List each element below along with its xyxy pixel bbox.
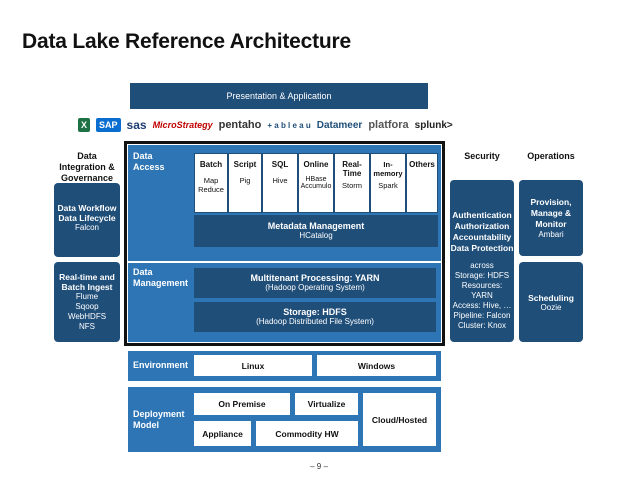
tableau-logo: + a b l e a u: [267, 120, 311, 130]
ingest-title: Real-time and Batch Ingest: [59, 272, 115, 292]
cloud-hosted-box: Cloud/Hosted: [363, 393, 436, 446]
ingest-box: Real-time and Batch Ingest Flume Sqoop W…: [54, 262, 120, 342]
data-management-label: Data Management: [133, 267, 189, 288]
scheduling-box: Scheduling Oozie: [519, 262, 583, 342]
provision-title: Provision, Manage & Monitor: [530, 197, 572, 229]
integration-governance-header: Data Integration & Governance: [59, 151, 115, 183]
security-across: across: [470, 261, 494, 270]
security-box: Authentication Authorization Accountabil…: [450, 180, 514, 342]
access-column-sub: Spark: [378, 181, 398, 190]
data-workflow-title: Data Workflow Data Lifecycle: [57, 203, 117, 223]
microstrategy-logo: MicroStrategy: [152, 120, 213, 130]
access-column-others: Others: [406, 153, 438, 213]
scheduling-title: Scheduling: [528, 293, 574, 303]
ingest-item: NFS: [79, 322, 95, 331]
hdfs-sub: (Hadoop Distributed File System): [256, 317, 374, 326]
security-item: Pipeline: Falcon: [453, 311, 511, 320]
access-column-title: Script: [233, 160, 257, 169]
excel-logo-icon: X: [78, 118, 91, 132]
ingest-item: Flume: [75, 292, 99, 301]
yarn-sub: (Hadoop Operating System): [265, 283, 365, 292]
metadata-title: Metadata Management: [267, 221, 365, 231]
provision-box: Provision, Manage & Monitor Ambari: [519, 180, 583, 256]
access-column-script: Script Pig: [228, 153, 262, 213]
appliance-box: Appliance: [194, 421, 251, 446]
security-header: Security: [464, 151, 500, 161]
splunk-logo: splunk>: [414, 119, 453, 131]
access-column-sql: SQL Hive: [262, 153, 298, 213]
access-column-title: Online: [303, 160, 329, 169]
sas-logo: sas: [126, 118, 147, 132]
access-column-title: Others: [409, 160, 435, 169]
security-item: Resources: YARN: [461, 281, 503, 300]
access-column-title: Batch: [199, 160, 223, 169]
access-column-sub: Hive: [272, 176, 288, 185]
security-title: Authentication Authorization Accountabil…: [450, 210, 514, 253]
linux-box: Linux: [194, 355, 312, 376]
virtualize-box: Virtualize: [295, 393, 358, 415]
sap-logo: SAP: [96, 118, 121, 132]
environment-label: Environment: [133, 360, 189, 370]
access-column-batch: Batch Map Reduce: [194, 153, 228, 213]
hdfs-title: Storage: HDFS: [283, 307, 347, 317]
yarn-title: Multitenant Processing: YARN: [250, 273, 380, 283]
yarn-box: Multitenant Processing: YARN (Hadoop Ope…: [194, 268, 436, 298]
access-column-sub: Storm: [341, 181, 362, 190]
pentaho-logo: pentaho: [218, 119, 262, 131]
security-item: Access: Hive, …: [452, 301, 512, 310]
access-column-title: In-memory: [373, 160, 403, 178]
windows-box: Windows: [317, 355, 436, 376]
page-number: – 9 –: [310, 462, 328, 471]
presentation-layer: Presentation & Application: [130, 83, 428, 109]
page-title: Data Lake Reference Architecture: [22, 30, 351, 53]
operations-header: Operations: [527, 151, 575, 161]
security-item: Cluster: Knox: [457, 321, 507, 330]
datameer-logo: Datameer: [316, 119, 363, 131]
access-column-sub: Pig: [239, 176, 251, 185]
metadata-sub: HCatalog: [299, 231, 333, 240]
access-column-sub: HBase Accumulo: [300, 176, 332, 190]
hdfs-box: Storage: HDFS (Hadoop Distributed File S…: [194, 302, 436, 332]
access-column-realtime: Real-Time Storm: [334, 153, 370, 213]
on-premise-box: On Premise: [194, 393, 290, 415]
access-column-title: SQL: [271, 160, 289, 169]
data-workflow-sub: Falcon: [74, 223, 99, 232]
provision-sub: Ambari: [538, 230, 564, 239]
access-column-online: Online HBase Accumulo: [298, 153, 334, 213]
security-item: Storage: HDFS: [454, 271, 510, 280]
vendor-logo-row: X SAP sas MicroStrategy pentaho + a b l …: [78, 114, 518, 136]
data-access-label: Data Access: [133, 151, 165, 172]
metadata-management-box: Metadata Management HCatalog: [194, 215, 438, 247]
access-column-sub: Map Reduce: [198, 176, 224, 194]
ingest-item: WebHDFS: [67, 312, 107, 321]
data-workflow-box: Data Workflow Data Lifecycle Falcon: [54, 183, 120, 257]
scheduling-sub: Oozie: [540, 303, 562, 312]
access-column-title: Real-Time: [342, 160, 362, 178]
deployment-label: Deployment Model: [133, 409, 185, 430]
commodity-hw-box: Commodity HW: [256, 421, 358, 446]
access-column-inmemory: In-memory Spark: [370, 153, 406, 213]
ingest-item: Sqoop: [75, 302, 99, 311]
platfora-logo: platfora: [368, 119, 409, 131]
